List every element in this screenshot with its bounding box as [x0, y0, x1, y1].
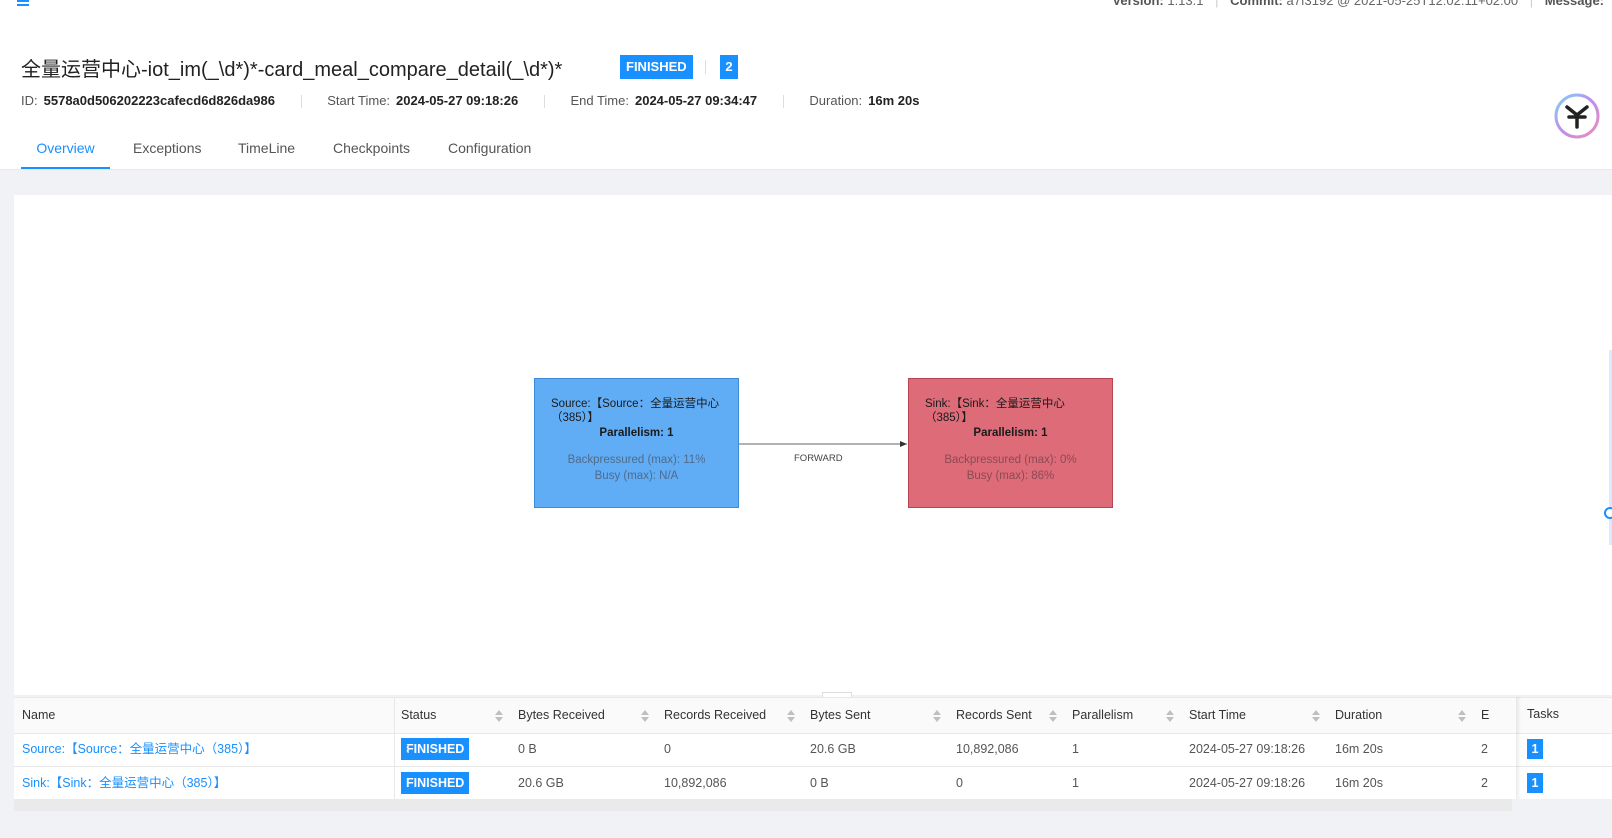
commit-label: Commit:	[1230, 0, 1283, 8]
records-sent: 10,892,086	[956, 742, 1019, 756]
col-parallelism[interactable]: Parallelism	[1072, 698, 1133, 733]
node-name: Sink:【Sink：全量运营中心（385）】	[925, 398, 1065, 424]
node-busy: Busy (max): N/A	[594, 470, 679, 482]
col-records-received[interactable]: Records Received	[664, 698, 766, 733]
col-tasks[interactable]: Tasks	[1527, 697, 1559, 732]
col-records-sent[interactable]: Records Sent	[956, 698, 1032, 733]
node-backpressure: Backpressured (max): 0%	[944, 454, 1077, 466]
top-bar: Version: 1.13.1 | Commit: a7f3192 @ 2021…	[0, 0, 1612, 34]
message-label: Message:	[1544, 0, 1604, 8]
table-header: Name Status Bytes Received Records Recei…	[14, 697, 1612, 734]
sink-node[interactable]: Sink:【Sink：全量运营中心（385）】 Parallelism: 1 B…	[908, 378, 1113, 508]
job-status-badge: FINISHED	[620, 55, 693, 79]
table-row[interactable]: Sink:【Sink：全量运营中心（385）】 FINISHED 20.6 GB…	[14, 766, 1612, 799]
duration-label: Duration:	[809, 93, 863, 108]
sort-caret-icon[interactable]	[1458, 710, 1466, 722]
col-status[interactable]: Status	[401, 698, 436, 733]
duration: 16m 20s	[1335, 742, 1383, 756]
node-busy: Busy (max): 86%	[966, 470, 1055, 482]
vertex-name-link[interactable]: Source:【Source：全量运营中心（385）】	[22, 732, 257, 766]
table-row[interactable]: Source:【Source：全量运营中心（385）】 FINISHED 0 B…	[14, 732, 1612, 767]
job-duration: 16m 20s	[868, 93, 920, 108]
job-title: 全量运营中心-iot_im(_\d*)*-card_meal_compare_d…	[21, 59, 563, 81]
zoom-slider-handle[interactable]	[1604, 507, 1612, 519]
sort-caret-icon[interactable]	[1312, 710, 1320, 722]
records-received: 10,892,086	[664, 776, 727, 790]
col-name[interactable]: Name	[22, 698, 55, 733]
sort-caret-icon[interactable]	[933, 710, 941, 722]
parallelism: 1	[1072, 742, 1079, 756]
job-header: 全量运营中心-iot_im(_\d*)*-card_meal_compare_d…	[0, 33, 1612, 170]
tasks-badge: 1	[1527, 739, 1543, 759]
col-start-time[interactable]: Start Time	[1189, 698, 1246, 733]
end-time-partial: 2	[1481, 742, 1488, 756]
tab-timeline[interactable]: TimeLine	[238, 137, 295, 167]
vertex-table: Name Status Bytes Received Records Recei…	[14, 697, 1612, 799]
id-label: ID:	[21, 93, 38, 108]
column-resize-handle[interactable]: ⋮	[402, 745, 412, 763]
end-time-label: End Time:	[570, 93, 629, 108]
version-value: 1.13.1	[1167, 0, 1204, 8]
col-end-time[interactable]: E	[1481, 698, 1489, 733]
sort-caret-icon[interactable]	[495, 710, 503, 722]
node-backpressure: Backpressured (max): 11%	[567, 454, 706, 466]
sort-caret-icon[interactable]	[641, 710, 649, 722]
task-count-badge: 2	[720, 55, 738, 79]
tab-configuration[interactable]: Configuration	[448, 137, 531, 167]
duration: 16m 20s	[1335, 776, 1383, 790]
parallelism: 1	[1072, 776, 1079, 790]
version-label: Version:	[1112, 0, 1164, 8]
job-end-time: 2024-05-27 09:34:47	[634, 93, 758, 108]
col-bytes-received[interactable]: Bytes Received	[518, 698, 605, 733]
start-time: 2024-05-27 09:18:26	[1189, 742, 1306, 756]
node-name: Source:【Source：全量运营中心（385）】	[551, 398, 720, 424]
col-bytes-sent[interactable]: Bytes Sent	[810, 698, 870, 733]
status-badge: FINISHED	[401, 772, 470, 794]
job-start-time: 2024-05-27 09:18:26	[396, 93, 519, 108]
bytes-received: 20.6 GB	[518, 776, 564, 790]
job-graph-edges	[739, 441, 907, 447]
job-id: 5578a0d506202223cafecd6d826da986	[43, 93, 275, 108]
col-duration[interactable]: Duration	[1335, 698, 1382, 733]
horizontal-scrollbar[interactable]	[14, 799, 1512, 811]
sort-caret-icon[interactable]	[1049, 710, 1057, 722]
vertex-name-link[interactable]: Sink:【Sink：全量运营中心（385）】	[22, 766, 226, 799]
title-divider	[705, 60, 706, 74]
fixed-tasks-column: Tasks 1 1	[1521, 697, 1612, 799]
tasks-badge: 1	[1527, 773, 1543, 793]
start-time-label: Start Time:	[327, 93, 391, 108]
node-parallelism: Parallelism: 1	[599, 427, 674, 439]
bytes-sent: 20.6 GB	[810, 742, 856, 756]
node-parallelism: Parallelism: 1	[973, 427, 1048, 439]
start-time: 2024-05-27 09:18:26	[1189, 776, 1306, 790]
version-info: Version: 1.13.1 | Commit: a7f3192 @ 2021…	[1112, 0, 1604, 8]
job-meta-row: ID: 5578a0d506202223cafecd6d826da986 Star…	[21, 93, 920, 109]
commit-value: a7f3192 @ 2021-05-25T12:02:11+02:00	[1286, 0, 1519, 8]
sort-caret-icon[interactable]	[787, 710, 795, 722]
bytes-received: 0 B	[518, 742, 537, 756]
flink-squirrel-logo	[1554, 93, 1600, 139]
column-divider	[394, 697, 395, 799]
tab-overview[interactable]: Overview	[21, 137, 110, 169]
edge-label: FORWARD	[794, 453, 843, 464]
tab-checkpoints[interactable]: Checkpoints	[333, 137, 410, 167]
end-time-partial: 2	[1481, 776, 1488, 790]
menu-fold-icon[interactable]	[14, 0, 30, 8]
records-sent: 0	[956, 776, 963, 790]
sort-caret-icon[interactable]	[1166, 710, 1174, 722]
records-received: 0	[664, 742, 671, 756]
job-graph-canvas[interactable]: FORWARD Source:【Source：全量运营中心（385）】 Para…	[14, 195, 1612, 695]
source-node[interactable]: Source:【Source：全量运营中心（385）】 Parallelism:…	[534, 378, 739, 508]
bytes-sent: 0 B	[810, 776, 829, 790]
tab-exceptions[interactable]: Exceptions	[133, 137, 201, 167]
